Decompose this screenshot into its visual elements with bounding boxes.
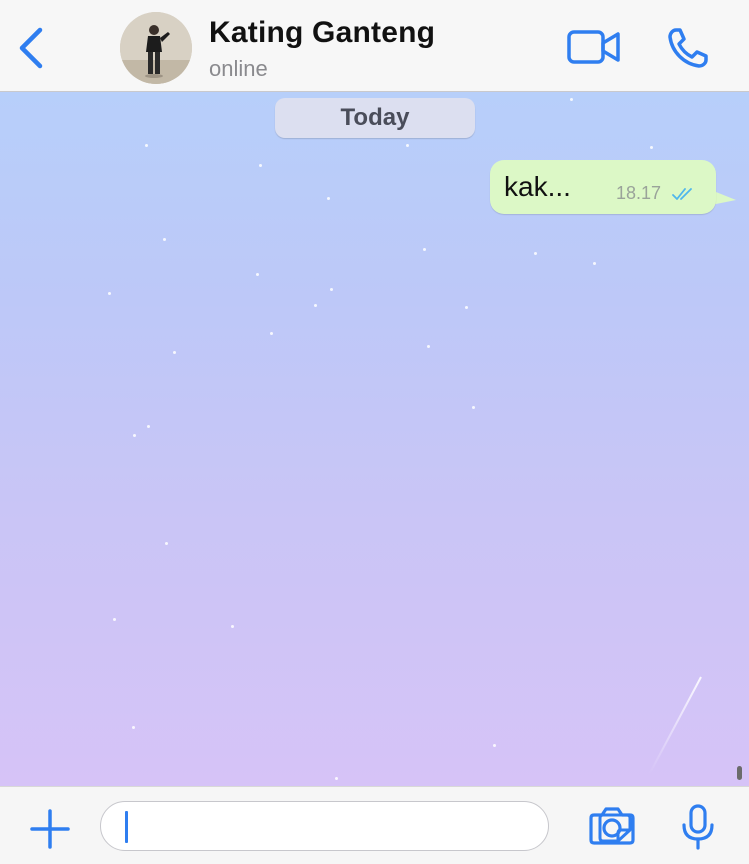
back-button[interactable]: [12, 24, 52, 72]
video-camera-icon: [567, 30, 620, 64]
text-cursor: [125, 811, 128, 843]
contact-status: online: [209, 56, 268, 81]
camera-icon: [589, 807, 635, 845]
date-label: Today: [340, 104, 410, 131]
attach-button[interactable]: [28, 807, 72, 851]
message-input[interactable]: [100, 801, 632, 851]
contact-name[interactable]: Kating Ganteng: [209, 16, 435, 50]
scrollbar[interactable]: [737, 766, 742, 780]
message-text: kak...: [504, 171, 571, 202]
video-call-button[interactable]: [566, 28, 622, 66]
chat-header: Kating Ganteng online: [0, 0, 749, 92]
phone-icon: [668, 28, 708, 68]
microphone-icon: [682, 804, 714, 850]
chevron-left-icon: [19, 27, 43, 69]
message-composer: [0, 786, 749, 864]
double-tick-read-icon: [672, 188, 692, 200]
voice-call-button[interactable]: [666, 26, 712, 70]
contact-photo: [120, 12, 192, 84]
outgoing-message-bubble[interactable]: kak... 18.17: [490, 160, 716, 214]
date-separator: Today: [275, 98, 475, 138]
message-time: 18.17: [616, 183, 662, 203]
camera-button[interactable]: [588, 805, 636, 847]
chat-area[interactable]: Today kak... 18.17: [0, 92, 749, 786]
microphone-button[interactable]: [680, 803, 716, 851]
plus-icon: [30, 809, 70, 849]
avatar[interactable]: [120, 12, 192, 84]
